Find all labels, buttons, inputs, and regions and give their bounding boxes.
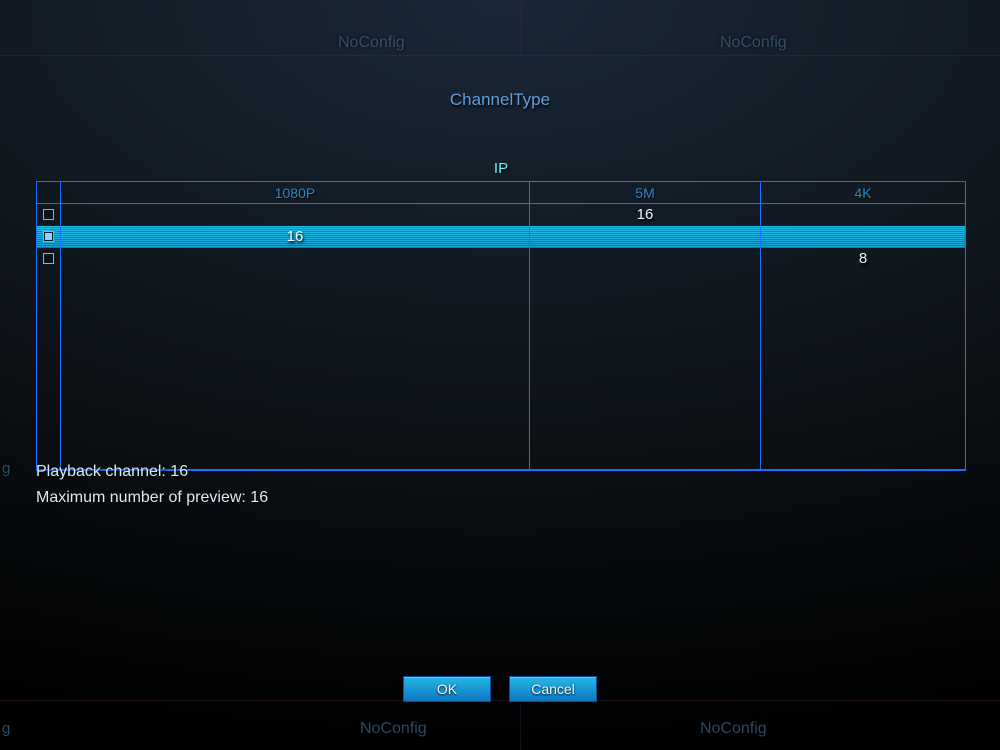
row-checkbox[interactable] (43, 253, 54, 264)
bg-tile-label-partial: g (2, 460, 10, 477)
ok-button[interactable]: OK (403, 676, 491, 702)
cell-1080p (61, 204, 530, 226)
column-group-ip: IP (36, 160, 966, 177)
cell-4k (761, 204, 966, 226)
cell-5m: 16 (529, 204, 760, 226)
bg-tile-label: NoConfig (720, 34, 787, 52)
dialog-button-row: OK Cancel (0, 676, 1000, 702)
channel-table: IP 1080P 5M 4K 16 16 (36, 160, 966, 471)
cell-1080p: 16 (61, 226, 530, 248)
playback-channel-label: Playback channel: 16 (36, 459, 268, 485)
screen-root: NoConfig NoConfig NoConfig NoConfig g g … (0, 0, 1000, 750)
bg-tile-label-partial: g (2, 720, 10, 737)
column-header-1080p[interactable]: 1080P (61, 182, 530, 204)
row-checkbox[interactable] (43, 209, 54, 220)
column-header-5m[interactable]: 5M (529, 182, 760, 204)
table-row[interactable]: 8 (37, 248, 966, 270)
column-header-4k[interactable]: 4K (761, 182, 966, 204)
cell-4k (761, 226, 966, 248)
table-empty-area (37, 270, 966, 470)
cell-1080p (61, 248, 530, 270)
bg-tile-label: NoConfig (700, 720, 767, 738)
checkbox-column-header (37, 182, 61, 204)
grid-divider (0, 55, 1000, 56)
table-row[interactable]: 16 (37, 204, 966, 226)
row-checkbox[interactable] (43, 231, 54, 242)
grid-divider (520, 0, 521, 55)
cancel-button[interactable]: Cancel (509, 676, 597, 702)
cell-5m (529, 226, 760, 248)
grid-divider (520, 700, 521, 750)
dialog-title: ChannelType (0, 90, 1000, 110)
max-preview-label: Maximum number of preview: 16 (36, 485, 268, 511)
info-block: Playback channel: 16 Maximum number of p… (36, 459, 268, 511)
bg-tile-label: NoConfig (338, 34, 405, 52)
cell-5m (529, 248, 760, 270)
cell-4k: 8 (761, 248, 966, 270)
bg-tile-label: NoConfig (360, 720, 427, 738)
table-row-selected[interactable]: 16 (37, 226, 966, 248)
